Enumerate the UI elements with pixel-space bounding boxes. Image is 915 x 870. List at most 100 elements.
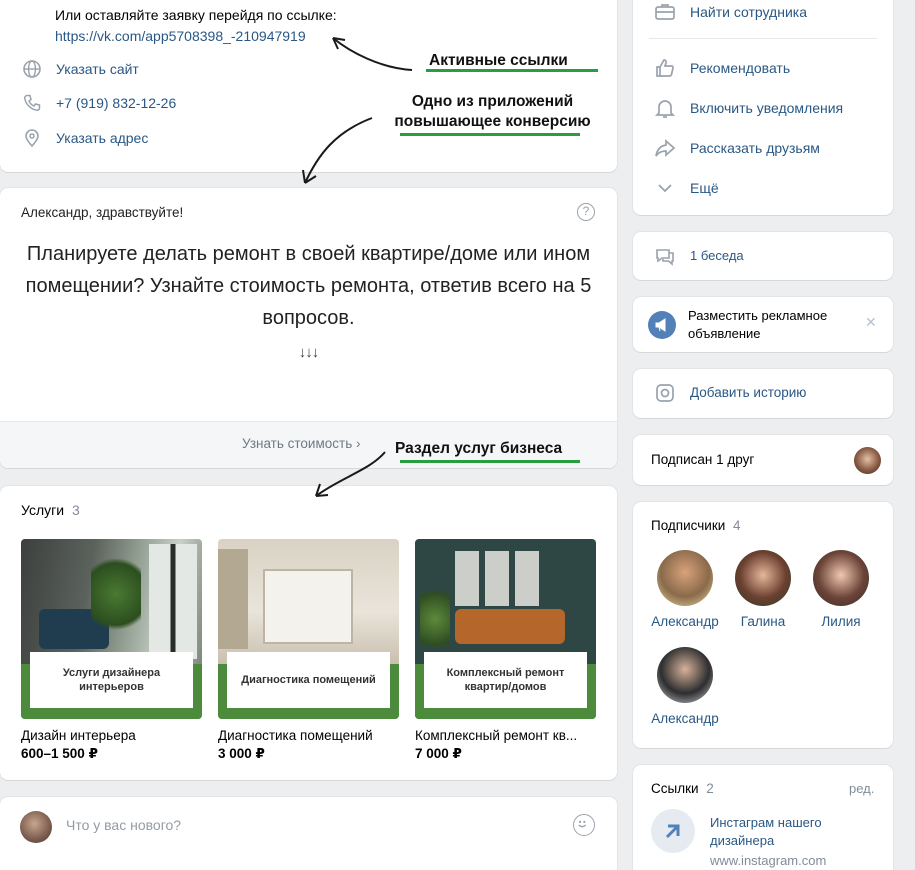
- app-message: Планируете делать ремонт в своей квартир…: [25, 243, 592, 329]
- avatar: [735, 550, 791, 606]
- service-price: 3 000 ₽: [218, 746, 265, 761]
- links-header[interactable]: Ссылки 2: [651, 781, 714, 796]
- annotation-app-line1: Одно из приложений: [411, 93, 574, 110]
- follower[interactable]: Лилия: [803, 550, 879, 629]
- follower-name: Лилия: [821, 614, 861, 629]
- follower-name: Александр: [651, 711, 719, 726]
- app-greeting: Александр, здравствуйте!: [21, 205, 184, 220]
- share-icon: [655, 139, 676, 157]
- services-header[interactable]: Услуги 3: [21, 502, 80, 518]
- emoji-icon[interactable]: [573, 814, 595, 836]
- find-employee-button[interactable]: Найти сотрудника: [653, 0, 807, 24]
- service-card[interactable]: Диагностика помещений Диагностика помеще…: [218, 539, 399, 762]
- find-employee-label: Найти сотрудника: [690, 4, 807, 20]
- contacts-card: Или оставляйте заявку перейдя по ссылке:…: [0, 0, 617, 172]
- recommend-button[interactable]: Рекомендовать: [653, 56, 790, 80]
- followers-count: 4: [733, 518, 741, 533]
- close-icon[interactable]: ✕: [865, 314, 877, 331]
- service-name: Дизайн интерьера: [21, 728, 136, 743]
- enable-notifications-button[interactable]: Включить уведомления: [653, 96, 843, 120]
- more-label: Ещё: [690, 180, 719, 196]
- help-icon[interactable]: ?: [577, 203, 595, 221]
- follower[interactable]: Галина: [725, 550, 801, 629]
- subscribed-label: Подписан 1 друг: [651, 452, 755, 467]
- tell-friends-label: Рассказать друзьям: [690, 140, 820, 156]
- avatar: [813, 550, 869, 606]
- service-image-interior: Услуги дизайнера интерьеров: [21, 539, 202, 719]
- follower-name: Александр: [651, 614, 719, 629]
- annotation-active-links: Активные ссылки: [429, 52, 568, 69]
- annotation-app-note: Одно из приложений повышающее конверсию: [376, 92, 609, 132]
- avatar: [657, 550, 713, 606]
- phone-row[interactable]: +7 (919) 832-12-26: [22, 93, 176, 113]
- actions-card: Найти сотрудника Рекомендовать Включить …: [633, 0, 893, 215]
- link-title[interactable]: Инстаграм нашего дизайнера: [710, 814, 875, 850]
- add-address-row[interactable]: Указать адрес: [22, 128, 148, 148]
- service-image-diagnostics: Диагностика помещений: [218, 539, 399, 719]
- edit-link[interactable]: ред.: [849, 781, 874, 796]
- camera-icon: [656, 384, 674, 402]
- new-post-card: Что у вас нового?: [0, 797, 617, 870]
- avatar: [20, 811, 52, 843]
- location-pin-icon: [25, 129, 39, 148]
- add-site-label: Указать сайт: [56, 61, 139, 77]
- chevron-down-icon: [658, 184, 672, 193]
- notifications-label: Включить уведомления: [690, 100, 844, 116]
- subscribed-card[interactable]: Подписан 1 друг: [633, 435, 893, 485]
- service-price: 7 000 ₽: [415, 746, 462, 761]
- followers-header[interactable]: Подписчики 4: [651, 518, 741, 533]
- globe-icon: [23, 60, 41, 78]
- service-plate: Услуги дизайнера интерьеров: [30, 652, 193, 708]
- service-card[interactable]: Комплексный ремонт квартир/домов Комплек…: [415, 539, 596, 762]
- down-arrows: ↓↓↓: [298, 344, 320, 361]
- conversation-label: 1 беседа: [690, 248, 744, 263]
- avatar: [854, 447, 881, 474]
- service-name: Диагностика помещений: [218, 728, 373, 743]
- link-url: www.instagram.com: [710, 853, 827, 868]
- bell-icon: [654, 100, 676, 118]
- services-title: Услуги: [21, 502, 65, 518]
- thumbs-up-icon: [656, 59, 674, 77]
- follower[interactable]: Александр: [647, 647, 723, 726]
- add-story-label: Добавить историю: [690, 385, 807, 400]
- ad-label: Разместить рекламное объявление: [688, 308, 828, 341]
- followers-title: Подписчики: [651, 518, 726, 533]
- links-title: Ссылки: [651, 781, 699, 796]
- phone-number: +7 (919) 832-12-26: [56, 95, 177, 111]
- chat-icon: [656, 249, 674, 266]
- story-card[interactable]: Добавить историю: [633, 369, 893, 418]
- avatar: [657, 647, 713, 703]
- conversation-card[interactable]: 1 беседа: [633, 232, 893, 280]
- link-icon: [651, 809, 695, 853]
- service-card[interactable]: Услуги дизайнера интерьеров Дизайн интер…: [21, 539, 202, 762]
- request-text: Или оставляйте заявку перейдя по ссылке:: [55, 7, 337, 23]
- ad-card[interactable]: Разместить рекламное объявление ✕: [633, 297, 893, 352]
- get-price-button[interactable]: Узнать стоимость ›: [242, 436, 360, 451]
- service-image-renovation: Комплексный ремонт квартир/домов: [415, 539, 596, 719]
- services-card: Услуги 3 Услуги дизайнера интерьеров Диз…: [0, 486, 617, 780]
- services-count: 3: [71, 502, 80, 518]
- links-count: 2: [706, 781, 714, 796]
- request-link[interactable]: https://vk.com/app5708398_-210947919: [55, 28, 306, 44]
- service-name: Комплексный ремонт кв...: [415, 728, 578, 743]
- app-widget: Александр, здравствуйте! ? Планируете де…: [0, 188, 617, 468]
- recommend-label: Рекомендовать: [690, 60, 791, 76]
- divider: [649, 38, 877, 39]
- service-plate: Диагностика помещений: [227, 652, 390, 708]
- annotation-app-line2: повышающее конверсию: [394, 113, 591, 130]
- megaphone-icon: [648, 311, 676, 339]
- follower-name: Галина: [740, 614, 786, 629]
- service-price: 600–1 500 ₽: [21, 746, 98, 761]
- add-address-label: Указать адрес: [56, 130, 149, 146]
- tell-friends-button[interactable]: Рассказать друзьям: [653, 136, 820, 160]
- service-plate: Комплексный ремонт квартир/домов: [424, 652, 587, 708]
- briefcase-icon: [655, 4, 675, 20]
- links-card: Ссылки 2 ред. Инстаграм нашего дизайнера…: [633, 765, 893, 870]
- new-post-input[interactable]: Что у вас нового?: [66, 817, 181, 833]
- annotation-services: Раздел услуг бизнеса: [395, 440, 563, 457]
- follower[interactable]: Александр: [647, 550, 723, 629]
- more-button[interactable]: Ещё: [653, 176, 719, 200]
- phone-icon: [24, 94, 41, 111]
- followers-card: Подписчики 4 Александр Галина Лилия Алек…: [633, 502, 893, 748]
- add-site-row[interactable]: Указать сайт: [22, 59, 139, 79]
